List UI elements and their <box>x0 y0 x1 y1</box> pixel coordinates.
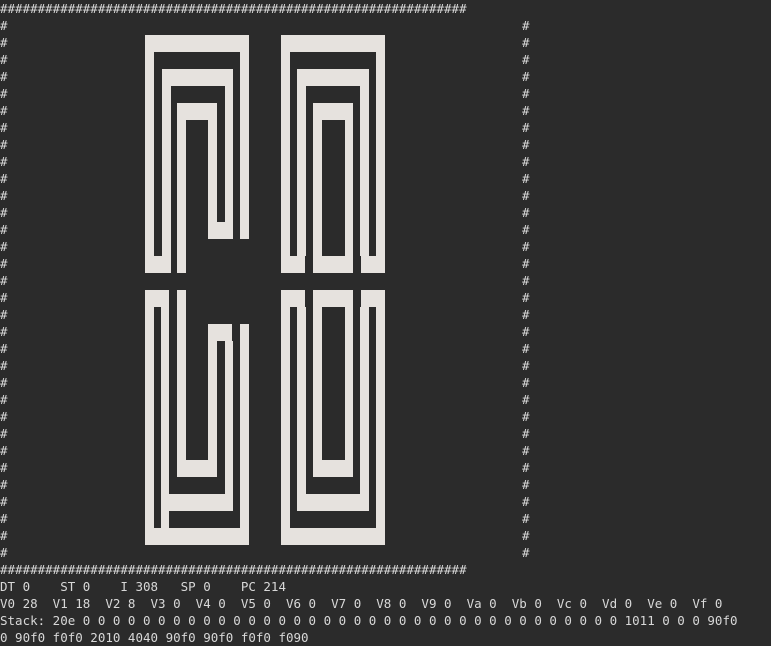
sprite-pixel-block <box>225 341 233 511</box>
sprite-pixel-block <box>297 494 369 511</box>
sprite-pixel-block <box>208 324 217 460</box>
sprite-pixel-block <box>161 494 233 511</box>
sprite-pixel-block <box>208 222 232 239</box>
sprite-pixel-block <box>313 290 322 477</box>
sprite-pixel-block <box>297 69 306 256</box>
sprite-pixel-block <box>240 324 249 545</box>
bottom-border: ########################################… <box>0 562 467 577</box>
display-canvas <box>145 35 385 545</box>
sprite-pixel-block <box>360 307 369 494</box>
sprite-pixel-block <box>177 256 185 273</box>
chip8-emulator-screen: ########################################… <box>0 0 771 646</box>
sprite-pixel-block <box>376 290 385 545</box>
sprite-pixel-block <box>297 69 369 86</box>
sprite-pixel-block <box>345 307 353 477</box>
sprite-pixel-block <box>145 35 249 52</box>
sprite-pixel-block <box>145 290 154 545</box>
sprite-pixel-block <box>177 103 186 273</box>
sprite-pixel-block <box>360 69 369 256</box>
stack-status: Stack: 20e 0 0 0 0 0 0 0 0 0 0 0 0 0 0 0… <box>0 613 738 628</box>
sprite-pixel-block <box>162 69 233 86</box>
sprite-pixel-block <box>313 103 322 273</box>
sprite-pixel-block <box>281 35 385 52</box>
sprite-pixel-block <box>177 290 186 460</box>
sprite-pixel-block <box>145 256 169 273</box>
sprite-pixel-block <box>225 69 233 239</box>
v-registers-status: V0 28 V1 18 V2 8 V3 0 V4 0 V5 0 V6 0 V7 … <box>0 596 723 611</box>
stack-status-continued: 0 90f0 f0f0 2010 4040 90f0 90f0 f0f0 f09… <box>0 630 309 645</box>
sprite-pixel-block <box>281 290 290 545</box>
sprite-pixel-block <box>240 35 249 239</box>
timer-register-status: DT 0 ST 0 I 308 SP 0 PC 214 <box>0 579 286 594</box>
sprite-pixel-block <box>297 307 306 494</box>
sprite-pixel-block <box>313 460 353 477</box>
sprite-pixel-block <box>177 460 217 477</box>
sprite-pixel-block <box>162 69 171 273</box>
sprite-pixel-block <box>361 256 385 273</box>
sprite-pixel-block <box>345 103 353 273</box>
sprite-pixel-block <box>145 528 249 545</box>
sprite-pixel-block <box>208 103 217 223</box>
sprite-pixel-block <box>281 35 290 273</box>
sprite-pixel-block <box>145 35 154 273</box>
sprite-pixel-block <box>281 528 385 545</box>
sprite-pixel-block <box>313 256 353 273</box>
sprite-pixel-block <box>281 256 305 273</box>
sprite-pixel-block <box>376 35 385 273</box>
